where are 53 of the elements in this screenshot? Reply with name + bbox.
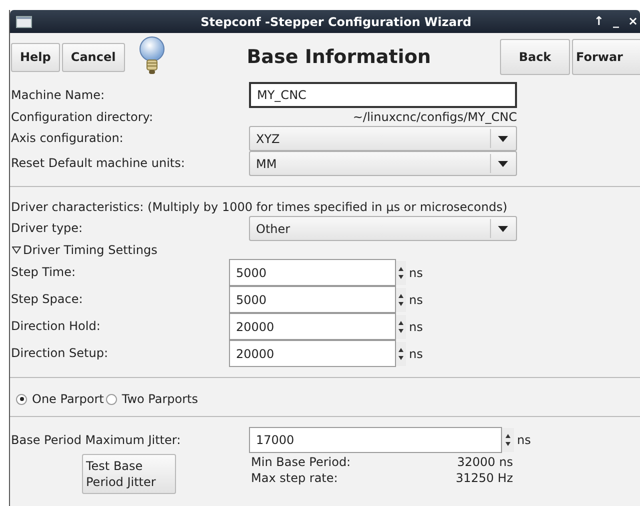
test-jitter-button[interactable]: Test Base Period Jitter [82,454,176,494]
unit-label: ns [409,292,423,306]
unit-label: ns [409,266,423,280]
caret-icon [498,136,508,142]
expander[interactable]: Driver Timing Settings [10,241,640,259]
spin-arrows-icon[interactable] [396,314,406,338]
spin-field[interactable]: 20000 [229,340,396,367]
field-label: Reset Default machine units: [11,155,186,172]
window-control[interactable]: ↑ [594,14,604,28]
expander-arrow-icon [12,246,21,254]
field-label: Machine Name: [11,86,106,104]
window-icon [16,16,32,28]
header-button[interactable]: Help [11,42,60,72]
dropdown[interactable]: Other [249,216,517,241]
spin-arrows-icon[interactable] [502,428,514,452]
page-title: Base Information [246,46,432,68]
field-label: Step Space: [11,291,84,308]
nav-button[interactable]: Back [500,39,570,75]
field-label: Configuration directory: [11,109,154,126]
spin-field[interactable]: 5000 [229,259,396,286]
result-value: 31250 Hz [454,470,513,486]
window-title: Stepconf -Stepper Configuration Wizard [200,14,472,28]
radio-option[interactable]: Two Parports [106,390,198,408]
field-label: Step Time: [11,264,77,281]
field-label: Direction Hold: [11,318,102,335]
spin-arrows-icon[interactable] [396,342,406,366]
dropdown[interactable]: XYZ [249,126,517,151]
driver-note: Driver characteristics: (Multiply by 1000 for times specified in µs or microseconds) [10,199,508,216]
spin-arrows-icon[interactable] [396,288,406,312]
header-button[interactable]: Cancel [62,42,125,72]
unit-label: ns [409,320,423,334]
dropdown[interactable]: MM [249,151,517,176]
window-control[interactable]: × [628,14,638,28]
field-label: Axis configuration: [11,130,124,147]
spin-field[interactable]: 20000 [229,313,396,340]
result-label: Max step rate: [251,470,339,486]
result-value: 32000 ns [456,454,513,470]
spin-arrows-icon[interactable] [396,260,406,284]
radio-option[interactable]: One Parport [16,390,104,408]
field-label: Base Period Maximum Jitter: [11,432,182,448]
caret-icon [498,160,508,166]
config-directory-text: ~/linuxcnc/configs/MY_CNC [352,110,517,125]
result-label: Min Base Period: [251,454,352,470]
field-label: Driver type: [11,220,84,237]
caret-icon [498,226,508,232]
nav-button[interactable]: Forwar [572,39,640,75]
window-control[interactable]: _ [612,14,619,28]
machine-name-field[interactable]: MY_CNC [249,82,517,108]
unit-label: ns [409,346,423,360]
jitter-field[interactable]: 17000 [249,427,502,453]
field-label: Direction Setup: [11,345,109,362]
spin-field[interactable]: 5000 [229,286,396,313]
unit-label: ns [517,433,531,447]
